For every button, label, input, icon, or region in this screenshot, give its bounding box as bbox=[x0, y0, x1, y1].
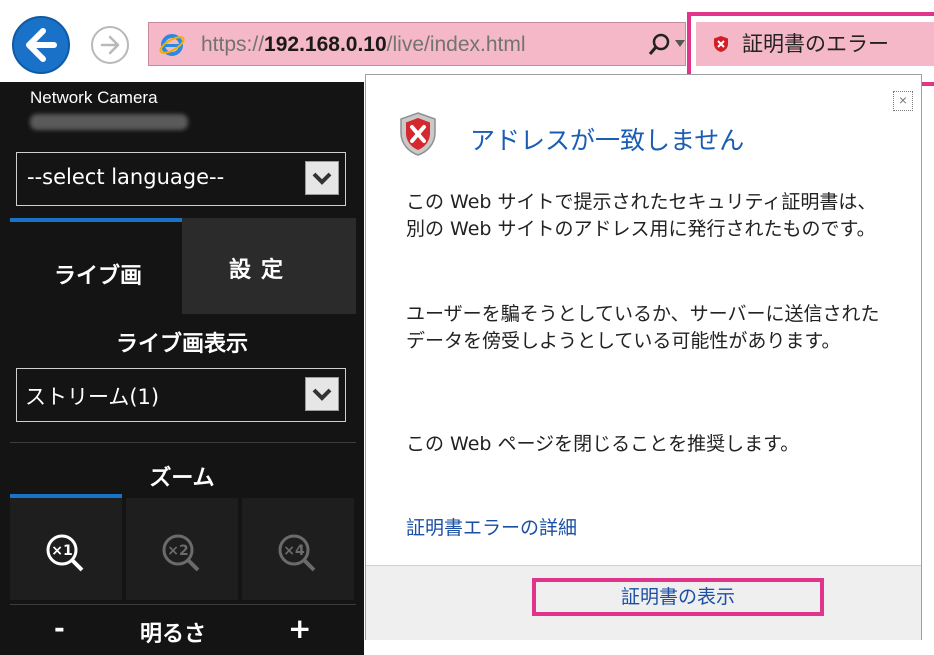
stream-select-value: ストリーム(1) bbox=[25, 385, 160, 409]
tab-live[interactable]: ライブ画 bbox=[10, 222, 182, 314]
zoom-x1-button[interactable]: ×1 bbox=[10, 498, 122, 600]
stream-dropdown-button[interactable] bbox=[305, 377, 339, 411]
back-button[interactable] bbox=[12, 16, 70, 74]
internet-explorer-icon bbox=[159, 34, 185, 56]
view-certificate-button[interactable]: 証明書の表示 bbox=[532, 578, 824, 616]
tab-live-label: ライブ画 bbox=[54, 264, 143, 289]
search-icon[interactable] bbox=[645, 31, 673, 59]
language-dropdown-button[interactable] bbox=[305, 161, 339, 195]
url-text: https://192.168.0.10/live/index.html bbox=[201, 33, 526, 56]
blurred-model-number bbox=[30, 114, 188, 130]
close-button[interactable]: × bbox=[893, 91, 913, 111]
zoom-x2-label: ×2 bbox=[167, 543, 188, 559]
zoom-title: ズーム bbox=[149, 466, 215, 491]
shield-error-icon bbox=[400, 112, 436, 156]
address-bar[interactable]: https://192.168.0.10/live/index.html bbox=[148, 22, 686, 66]
popup-message-2: ユーザーを騙そうとしているか、サーバーに送信されたデータを傍受しようとしている可… bbox=[406, 303, 880, 352]
divider bbox=[10, 442, 356, 443]
zoom-x4-button[interactable]: ×4 bbox=[242, 498, 354, 600]
arrow-right-icon bbox=[100, 35, 120, 55]
browser-toolbar: https://192.168.0.10/live/index.html 証明書… bbox=[0, 0, 934, 86]
brightness-label: 明るさ bbox=[140, 622, 207, 647]
zoom-x4-icon: ×4 bbox=[278, 534, 316, 572]
popup-message-1: この Web サイトで提示されたセキュリティ証明書は、別の Web サイトのアド… bbox=[406, 191, 877, 240]
certificate-error-details-link[interactable]: 証明書エラーの詳細 bbox=[406, 513, 577, 540]
chevron-down-icon[interactable] bbox=[675, 40, 685, 47]
language-select[interactable]: --select language-- bbox=[16, 152, 346, 206]
live-display-title: ライブ画表示 bbox=[115, 332, 248, 357]
popup-footer: 証明書の表示 bbox=[366, 565, 921, 640]
zoom-x2-button[interactable]: ×2 bbox=[126, 498, 238, 600]
popup-message-3: この Web ページを閉じることを推奨します。 bbox=[406, 433, 800, 455]
divider bbox=[10, 604, 356, 605]
popup-title: アドレスが一致しません bbox=[470, 126, 745, 155]
brightness-plus-button[interactable]: + bbox=[288, 612, 311, 645]
arrow-left-icon bbox=[26, 28, 57, 62]
zoom-x2-icon: ×2 bbox=[162, 534, 200, 572]
stream-select[interactable]: ストリーム(1) bbox=[16, 368, 346, 422]
language-select-value: --select language-- bbox=[27, 165, 225, 189]
forward-button[interactable] bbox=[91, 26, 129, 64]
chevron-down-icon bbox=[312, 172, 332, 185]
tab-settings-label: 設定 bbox=[229, 258, 294, 283]
zoom-x4-label: ×4 bbox=[283, 543, 305, 559]
chevron-down-icon bbox=[312, 388, 332, 401]
tab-settings[interactable]: 設定 bbox=[182, 218, 356, 314]
brightness-minus-button[interactable]: - bbox=[54, 614, 65, 644]
zoom-x1-label: ×1 bbox=[51, 543, 72, 559]
certificate-error-popup: × アドレスが一致しません この Web サイトで提示されたセキュリティ証明書は… bbox=[365, 74, 922, 640]
camera-model-label: Network Camera bbox=[30, 88, 158, 107]
camera-panel: Network Camera --select language-- ライブ画 … bbox=[0, 82, 364, 655]
zoom-x1-icon: ×1 bbox=[46, 534, 84, 572]
